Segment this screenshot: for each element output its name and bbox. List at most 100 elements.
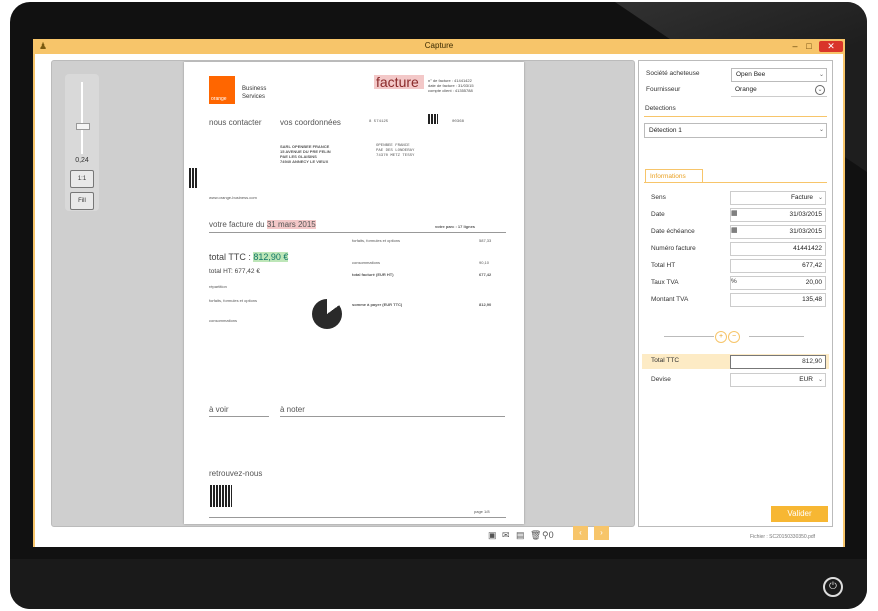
divider bbox=[209, 517, 506, 518]
power-icon[interactable]: ⏻ bbox=[823, 577, 843, 597]
divider bbox=[280, 416, 505, 417]
tab-underline bbox=[644, 182, 827, 183]
field-numero: Numéro facture 41441422 bbox=[649, 242, 826, 256]
invoice-lines-count: votre parc : 17 lignes bbox=[435, 224, 476, 229]
chevron-down-icon: ⌄ bbox=[817, 195, 823, 201]
fournisseur-label: Fournisseur bbox=[646, 86, 681, 93]
attachment-icon[interactable]: ⚲0 bbox=[542, 530, 554, 541]
zoom-control: 0,24 1:1 Fill bbox=[65, 74, 99, 211]
contact-heading: nous contacter bbox=[209, 118, 262, 127]
chevron-down-icon: ⌄ bbox=[817, 377, 823, 383]
side-barcode bbox=[189, 168, 197, 188]
societe-label: Société acheteuse bbox=[646, 70, 700, 77]
total-ht-input[interactable]: 677,42 bbox=[730, 259, 826, 273]
societe-row: Société acheteuse Open Bee ⌄ bbox=[644, 68, 827, 82]
tab-informations[interactable]: Informations bbox=[645, 169, 703, 183]
due-date-input[interactable]: 31/03/2015 bbox=[730, 225, 826, 239]
zoom-slider-handle[interactable] bbox=[76, 123, 90, 130]
ref-right: 00368 bbox=[452, 120, 465, 124]
vat-rate-input[interactable]: 20,00 bbox=[730, 276, 826, 290]
total-ttc-input[interactable]: 812,90 bbox=[730, 355, 826, 369]
coords-heading: vos coordonnées bbox=[280, 118, 341, 127]
line-total-ht-label: total facturé (EUR HT) bbox=[352, 272, 394, 277]
field-montant-tva: Montant TVA 135,48 bbox=[649, 293, 826, 307]
document-viewer[interactable]: 0,24 1:1 Fill orange Business Services f… bbox=[51, 60, 635, 527]
divider bbox=[209, 416, 269, 417]
anoter-heading: à noter bbox=[280, 405, 305, 414]
trash-icon[interactable]: 🗑 bbox=[530, 530, 541, 541]
zoom-slider-track[interactable] bbox=[81, 82, 83, 154]
extraction-panel: Société acheteuse Open Bee ⌄ Fournisseur … bbox=[638, 60, 833, 527]
window-title: Capture bbox=[424, 41, 454, 50]
divider bbox=[209, 232, 506, 233]
next-button[interactable]: › bbox=[594, 526, 609, 540]
total-ht-doc: total HT: 677,42 € bbox=[209, 268, 260, 275]
window-frame-left bbox=[33, 54, 35, 547]
avoir-heading: à voir bbox=[209, 405, 229, 414]
divider bbox=[749, 336, 804, 337]
line-total-ht-value: 677,42 bbox=[479, 272, 492, 277]
previous-button[interactable]: ‹ bbox=[573, 526, 588, 540]
calendar-icon[interactable]: ▦ bbox=[731, 209, 738, 217]
line-ttc-value: 812,90 bbox=[479, 302, 492, 307]
actual-size-button[interactable]: 1:1 bbox=[70, 170, 94, 188]
invoice-page: orange Business Services facture n° de f… bbox=[184, 62, 524, 524]
retrouvez-heading: retrouvez-nous bbox=[209, 469, 263, 478]
divider bbox=[664, 336, 714, 337]
sens-select[interactable]: Facture ⌄ bbox=[730, 191, 826, 205]
print-icon[interactable]: ▤ bbox=[516, 530, 525, 541]
field-devise: Devise EUR ⌄ bbox=[649, 373, 826, 387]
detection-select[interactable]: Détection 1 ⌄ bbox=[644, 123, 827, 138]
calendar-icon[interactable]: ▦ bbox=[731, 226, 738, 234]
total-ttc-doc: total TTC : 812,90 € bbox=[209, 252, 289, 262]
file-status: Fichier : SC20150330350.pdf bbox=[750, 534, 816, 540]
field-total-ttc: Total TTC 812,90 bbox=[642, 354, 829, 369]
maximize-button[interactable]: □ bbox=[803, 41, 815, 52]
app-window: ♟ Capture ‒ □ ✕ 0,24 1:1 Fill orange Bus… bbox=[33, 39, 845, 547]
fit-page-button[interactable]: Fill bbox=[70, 192, 94, 210]
line-conso-label: consommations bbox=[352, 260, 381, 265]
detections-label: Detections bbox=[645, 105, 676, 112]
chevron-circle-icon[interactable]: ⌄ bbox=[815, 85, 825, 95]
page-number: page 1/8 bbox=[474, 509, 490, 514]
currency-select[interactable]: EUR ⌄ bbox=[730, 373, 826, 387]
chevron-down-icon: ⌄ bbox=[818, 72, 824, 78]
legend-forfaits: forfaits, formules et options bbox=[209, 298, 258, 303]
shipping-address: OPENBEE FRANCE PAE DES LONDERAY 74370 METZ… bbox=[376, 144, 415, 158]
save-icon[interactable]: ▣ bbox=[488, 530, 497, 541]
ref-left: 8 574125 bbox=[369, 120, 389, 124]
field-total-ht: Total HT 677,42 bbox=[649, 259, 826, 273]
breakdown-pie bbox=[312, 299, 342, 329]
fournisseur-select[interactable]: Orange ⌄ bbox=[731, 84, 827, 97]
fournisseur-row: Fournisseur Orange ⌄ bbox=[644, 84, 827, 98]
date-input[interactable]: 31/03/2015 bbox=[730, 208, 826, 222]
field-date-echeance: Date échéance 31/03/2015 ▦ bbox=[649, 225, 826, 239]
field-date: Date 31/03/2015 ▦ bbox=[649, 208, 826, 222]
close-button[interactable]: ✕ bbox=[819, 41, 843, 52]
customer-address: SARL OPENBEE FRANCE 15 AVENUE DU PRE FELI… bbox=[280, 144, 331, 164]
minimize-button[interactable]: ‒ bbox=[789, 41, 801, 52]
line-conso-value: 90,10 bbox=[479, 260, 490, 265]
vat-amount-input[interactable]: 135,48 bbox=[730, 293, 826, 307]
mail-icon[interactable]: ✉ bbox=[502, 530, 510, 541]
invoice-heading: votre facture du 31 mars 2015 bbox=[209, 220, 316, 229]
field-taux-tva: Taux TVA 20,00 % bbox=[649, 276, 826, 290]
legend-repartition: répartition bbox=[209, 284, 227, 289]
legend-consommations: consommations bbox=[209, 318, 238, 323]
line-ttc-label: somme à payer (EUR TTC) bbox=[352, 302, 403, 307]
invoice-number-input[interactable]: 41441422 bbox=[730, 242, 826, 256]
validate-button[interactable]: Valider bbox=[771, 506, 828, 522]
remove-icon[interactable]: − bbox=[728, 331, 740, 343]
societe-select[interactable]: Open Bee ⌄ bbox=[731, 68, 827, 82]
chevron-down-icon: ⌄ bbox=[818, 127, 824, 133]
title-bar: ♟ Capture ‒ □ ✕ bbox=[33, 39, 845, 54]
add-icon[interactable]: + bbox=[715, 331, 727, 343]
orange-logo: orange bbox=[209, 76, 235, 104]
percent-icon: % bbox=[731, 278, 737, 285]
barcode-top bbox=[428, 114, 438, 124]
section-divider bbox=[644, 116, 827, 117]
bezel-bottom bbox=[10, 559, 867, 609]
line-forfaits-label: forfaits, formules et options bbox=[352, 238, 401, 243]
field-sens: Sens Facture ⌄ bbox=[649, 191, 826, 205]
invoice-meta: n° de facture : 41441422 date de facture… bbox=[428, 78, 474, 93]
